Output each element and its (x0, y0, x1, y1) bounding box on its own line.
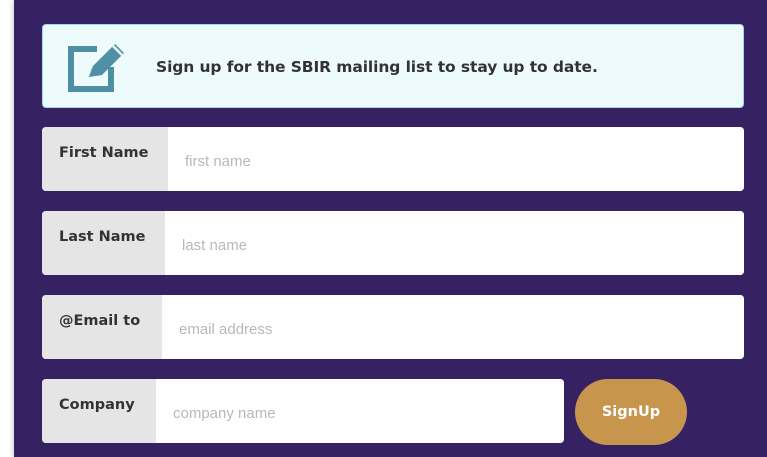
signup-banner: Sign up for the SBIR mailing list to sta… (42, 24, 744, 108)
email-label: @Email to (42, 295, 162, 359)
email-input[interactable] (162, 295, 744, 359)
signup-button[interactable]: SignUp (575, 379, 687, 445)
banner-message: Sign up for the SBIR mailing list to sta… (156, 58, 598, 76)
company-label: Company (42, 379, 156, 443)
email-row: @Email to (42, 295, 744, 359)
first-name-input[interactable] (168, 127, 744, 191)
first-name-label: First Name (42, 127, 168, 191)
last-name-row: Last Name (42, 211, 744, 275)
edit-icon (68, 44, 124, 92)
page: Sign up for the SBIR mailing list to sta… (0, 0, 767, 457)
last-name-input[interactable] (165, 211, 744, 275)
last-name-label: Last Name (42, 211, 165, 275)
company-input[interactable] (156, 379, 564, 443)
first-name-row: First Name (42, 127, 744, 191)
company-row: Company (42, 379, 564, 443)
